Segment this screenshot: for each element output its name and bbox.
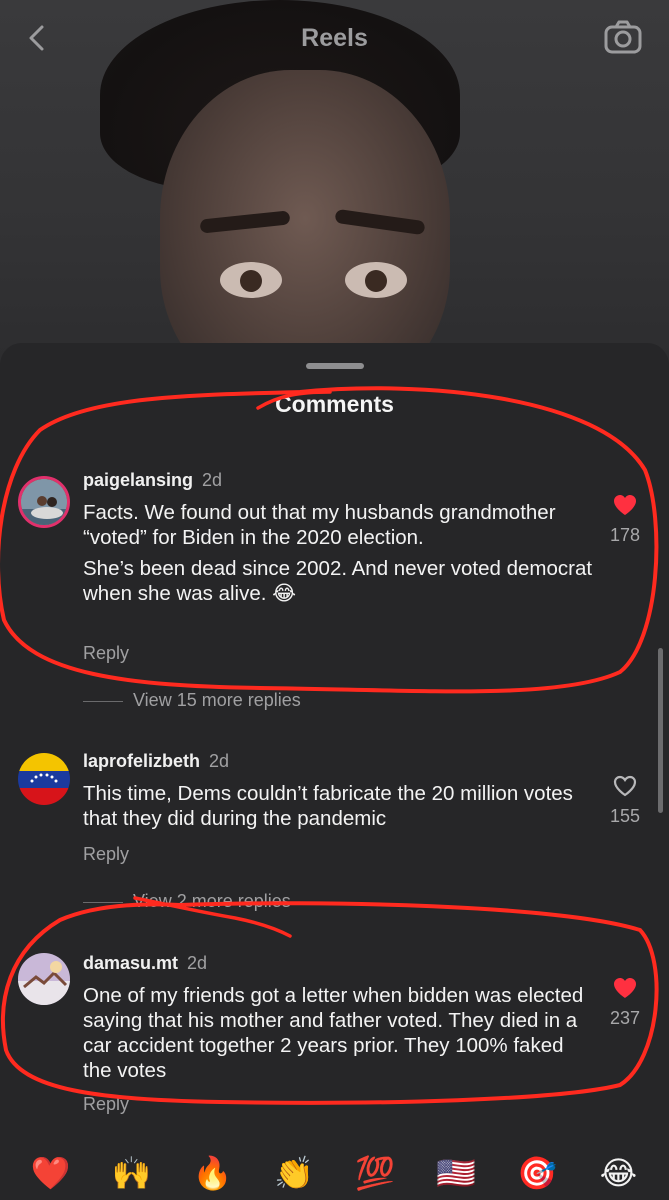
like-button[interactable]: 178	[604, 493, 646, 546]
emoji-reaction-bar: ❤️ 🙌 🔥 👏 💯 🇺🇸 🎯 😂	[0, 1146, 669, 1200]
like-count: 155	[609, 806, 641, 826]
like-button[interactable]: 155	[604, 774, 646, 827]
heart-outline-icon	[613, 775, 637, 797]
comment-text: She’s been dead since 2002. And never vo…	[83, 557, 593, 605]
clapping-hands-emoji-icon[interactable]: 👏	[270, 1153, 318, 1193]
scrollbar[interactable]	[658, 648, 663, 813]
reply-button[interactable]: Reply	[83, 1094, 129, 1115]
fire-emoji-icon[interactable]: 🔥	[189, 1153, 237, 1193]
comment-meta: laprofelizbeth 2d	[83, 751, 229, 772]
view-more-replies[interactable]: View 2 more replies	[83, 891, 291, 912]
comments-title: Comments	[275, 391, 394, 417]
camera-icon[interactable]	[604, 20, 642, 54]
raising-hands-emoji-icon[interactable]: 🙌	[108, 1153, 156, 1193]
video-eye-right	[345, 262, 407, 298]
timestamp: 2d	[209, 751, 230, 771]
venezuela-flag-icon	[18, 753, 70, 805]
video-eye-left	[220, 262, 282, 298]
thread-line	[83, 901, 123, 903]
comment-text: Facts. We found out that my husbands gra…	[83, 501, 556, 549]
like-button[interactable]: 237	[604, 976, 646, 1029]
timestamp: 2d	[187, 953, 208, 973]
avatar-photo-icon	[21, 479, 67, 525]
direct-hit-emoji-icon[interactable]: 🎯	[513, 1153, 561, 1193]
red-heart-emoji-icon[interactable]: ❤️	[27, 1153, 75, 1193]
avatar-photo-icon	[18, 953, 70, 1005]
thread-line	[83, 700, 123, 702]
heart-filled-icon	[614, 495, 636, 515]
view-more-label: View 15 more replies	[133, 690, 301, 710]
comment-meta: damasu.mt 2d	[83, 953, 207, 974]
hundred-points-emoji-icon[interactable]: 💯	[351, 1153, 399, 1193]
comment-text: One of my friends got a letter when bidd…	[83, 984, 584, 1082]
comment-body: Facts. We found out that my husbands gra…	[83, 500, 593, 606]
avatar[interactable]	[18, 753, 70, 805]
tears-of-joy-emoji-icon[interactable]: 😂	[594, 1153, 642, 1193]
page-title: Reels	[301, 24, 368, 52]
view-more-label: View 2 more replies	[133, 891, 291, 911]
username[interactable]: laprofelizbeth	[83, 751, 200, 771]
username[interactable]: paigelansing	[83, 470, 193, 490]
comment-text: This time, Dems couldn’t fabricate the 2…	[83, 782, 573, 830]
timestamp: 2d	[202, 470, 223, 490]
like-count: 178	[609, 525, 641, 545]
sheet-grabber[interactable]	[306, 363, 364, 369]
comment-body: One of my friends got a letter when bidd…	[83, 983, 593, 1083]
avatar[interactable]	[18, 953, 70, 1005]
top-bar: Reels	[0, 0, 669, 80]
comment-body: This time, Dems couldn’t fabricate the 2…	[83, 781, 593, 831]
reply-button[interactable]: Reply	[83, 844, 129, 865]
avatar[interactable]	[18, 476, 70, 528]
reply-button[interactable]: Reply	[83, 643, 129, 664]
comments-sheet: Comments paigelansing 2d Facts. We found…	[0, 343, 669, 1200]
username[interactable]: damasu.mt	[83, 953, 178, 973]
like-count: 237	[609, 1008, 641, 1028]
view-more-replies[interactable]: View 15 more replies	[83, 690, 301, 711]
comment-meta: paigelansing 2d	[83, 470, 222, 491]
heart-filled-icon	[614, 978, 636, 998]
us-flag-emoji-icon[interactable]: 🇺🇸	[432, 1153, 480, 1193]
